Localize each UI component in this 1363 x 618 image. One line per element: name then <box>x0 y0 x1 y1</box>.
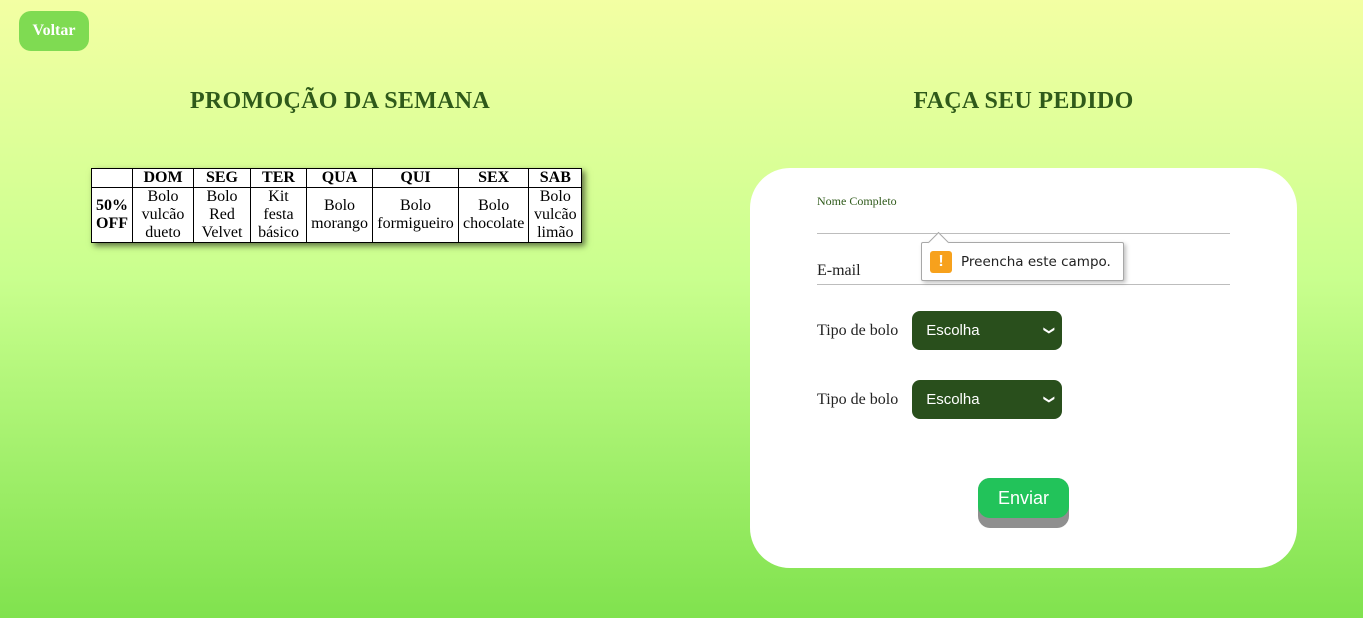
order-form: Nome Completo E-mail ! Preencha este cam… <box>750 168 1297 568</box>
promo-cell-sab: Bolo vulcão limão <box>528 187 583 243</box>
cake-type-select-1[interactable]: Escolha ❯ <box>912 311 1063 350</box>
promo-header-row: DOM SEG TER QUA QUI SEX SAB <box>91 168 583 188</box>
header-sab: SAB <box>528 168 583 188</box>
name-label: Nome Completo <box>817 194 897 208</box>
header-empty <box>91 168 133 188</box>
cake-type-label-2: Tipo de bolo <box>817 390 899 408</box>
cake-type-row-1: Tipo de bolo Escolha ❯ <box>817 311 1063 350</box>
cake-type-row-2: Tipo de bolo Escolha ❯ <box>817 380 1063 419</box>
header-sex: SEX <box>457 168 530 188</box>
header-qui: QUI <box>372 168 459 188</box>
chevron-down-icon: ❯ <box>1043 325 1056 336</box>
promo-title: PROMOÇÃO DA SEMANA <box>189 88 491 114</box>
promo-cell-dom: Bolo vulcão dueto <box>132 187 194 243</box>
order-title: FAÇA SEU PEDIDO <box>913 88 1134 114</box>
validation-tooltip: ! Preencha este campo. <box>921 242 1124 281</box>
submit-button[interactable]: Enviar <box>978 478 1069 518</box>
name-input[interactable]: Nome Completo <box>817 194 1230 234</box>
chevron-down-icon: ❯ <box>1043 394 1056 405</box>
submit-button-shadow: Enviar <box>978 478 1069 528</box>
header-dom: DOM <box>132 168 194 188</box>
discount-label: 50% OFF <box>91 187 133 243</box>
promo-table: DOM SEG TER QUA QUI SEX SAB 50% OFF Bolo… <box>91 168 583 243</box>
promo-cell-qua: Bolo morango <box>306 187 373 243</box>
header-seg: SEG <box>193 168 251 188</box>
email-label: E-mail <box>817 262 861 279</box>
promo-row: 50% OFF Bolo vulcão dueto Bolo Red Velve… <box>91 187 583 243</box>
select-value-2: Escolha <box>926 391 980 408</box>
promo-cell-sex: Bolo chocolate <box>457 187 530 243</box>
header-qua: QUA <box>306 168 373 188</box>
cake-type-select-2[interactable]: Escolha ❯ <box>912 380 1063 419</box>
select-value-1: Escolha <box>926 322 980 339</box>
cake-type-label-1: Tipo de bolo <box>817 321 899 339</box>
promo-cell-qui: Bolo formigueiro <box>372 187 459 243</box>
promo-cell-seg: Bolo Red Velvet <box>193 187 251 243</box>
promo-cell-ter: Kit festa básico <box>250 187 307 243</box>
validation-message: Preencha este campo. <box>961 253 1111 270</box>
warning-icon: ! <box>930 250 952 273</box>
header-ter: TER <box>250 168 307 188</box>
back-button[interactable]: Voltar <box>19 11 89 51</box>
